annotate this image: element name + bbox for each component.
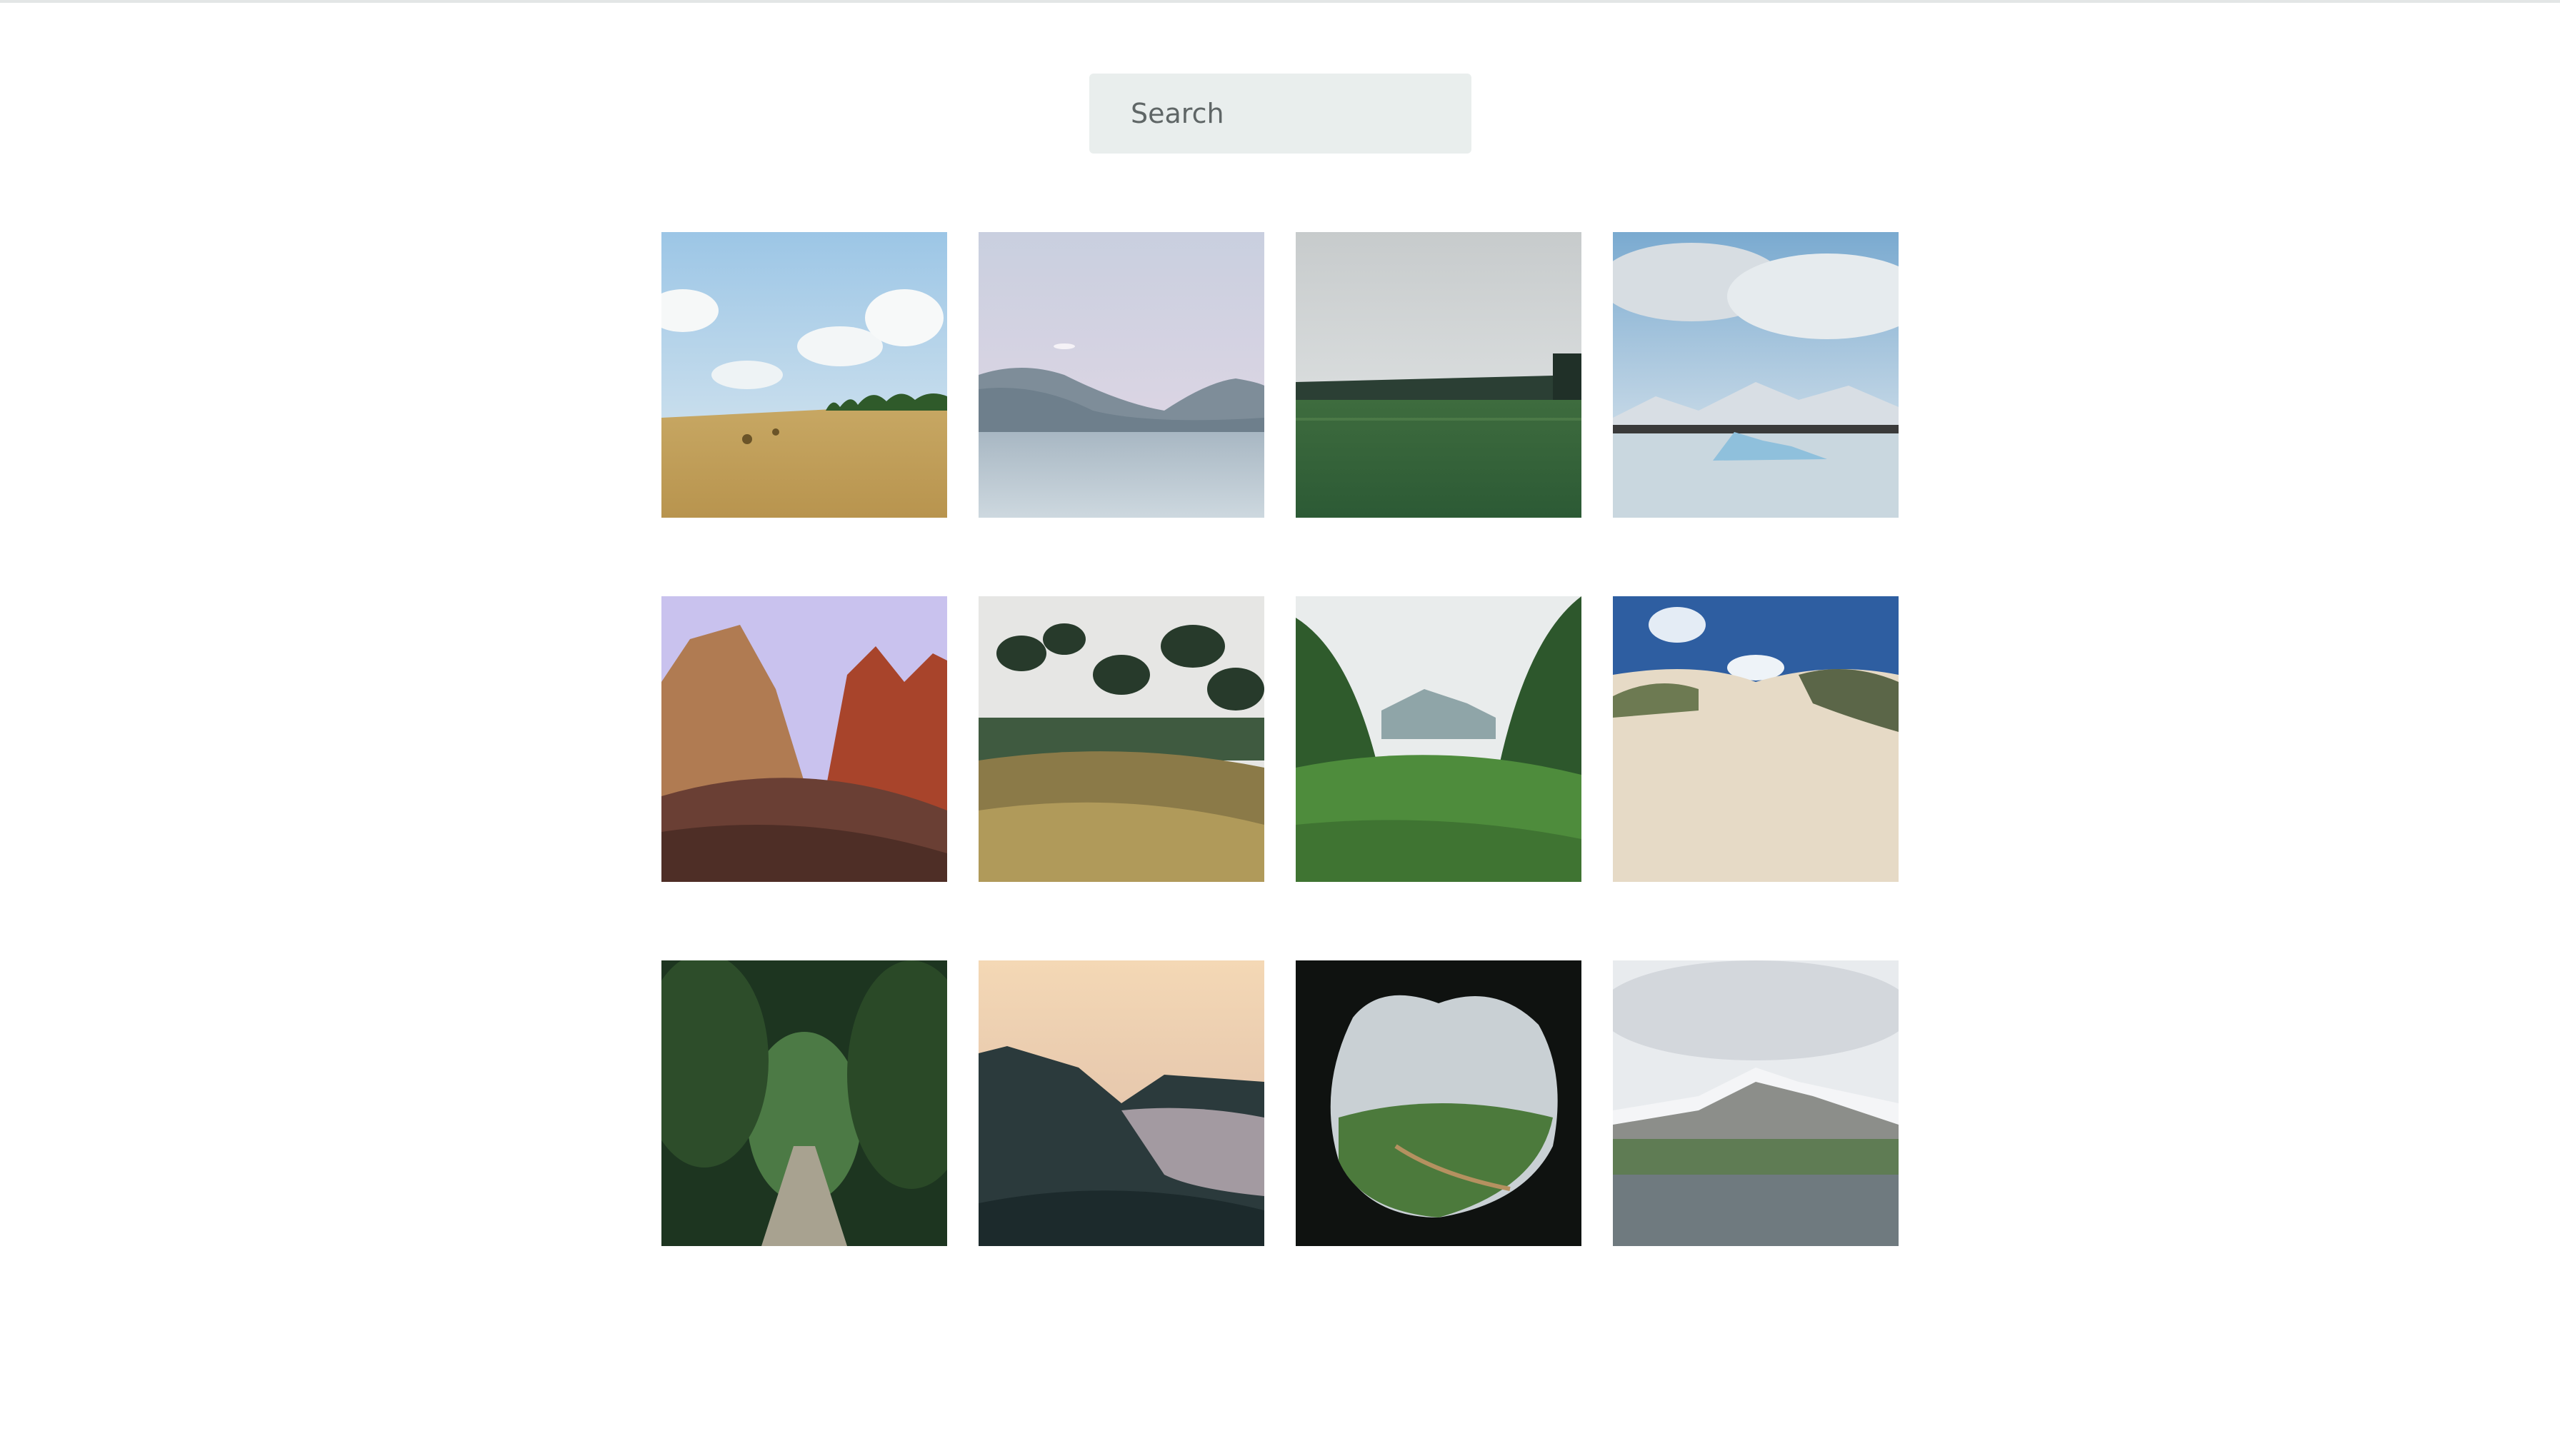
canyon-photo (661, 596, 947, 882)
photo-tile-golden-field[interactable] (661, 232, 947, 518)
green-field-photo (1296, 232, 1581, 518)
lupine-meadow-photo (1613, 960, 1899, 1246)
gallery-page (0, 0, 2560, 1456)
photo-tile-coast-sunset[interactable] (979, 960, 1264, 1246)
photo-tile-garden[interactable] (979, 596, 1264, 882)
photo-tile-icebergs[interactable] (1613, 232, 1899, 518)
coast-sunset-photo (979, 960, 1264, 1246)
lake-mountains-photo (979, 232, 1264, 518)
photo-tile-forest-path[interactable] (661, 960, 947, 1246)
photo-tile-lupine-meadow[interactable] (1613, 960, 1899, 1246)
photo-tile-dunes[interactable] (1613, 596, 1899, 882)
golden-field-photo (661, 232, 947, 518)
dunes-photo (1613, 596, 1899, 882)
photo-tile-jungle[interactable] (1296, 596, 1581, 882)
photo-tile-green-field[interactable] (1296, 232, 1581, 518)
garden-photo (979, 596, 1264, 882)
photo-grid (661, 232, 1899, 1246)
cave-view-photo (1296, 960, 1581, 1246)
top-divider (0, 0, 2560, 3)
icebergs-photo (1613, 232, 1899, 518)
search-input[interactable] (1089, 74, 1471, 154)
photo-tile-lake-mountains[interactable] (979, 232, 1264, 518)
jungle-photo (1296, 596, 1581, 882)
photo-tile-cave-view[interactable] (1296, 960, 1581, 1246)
forest-path-photo (661, 960, 947, 1246)
photo-tile-canyon[interactable] (661, 596, 947, 882)
